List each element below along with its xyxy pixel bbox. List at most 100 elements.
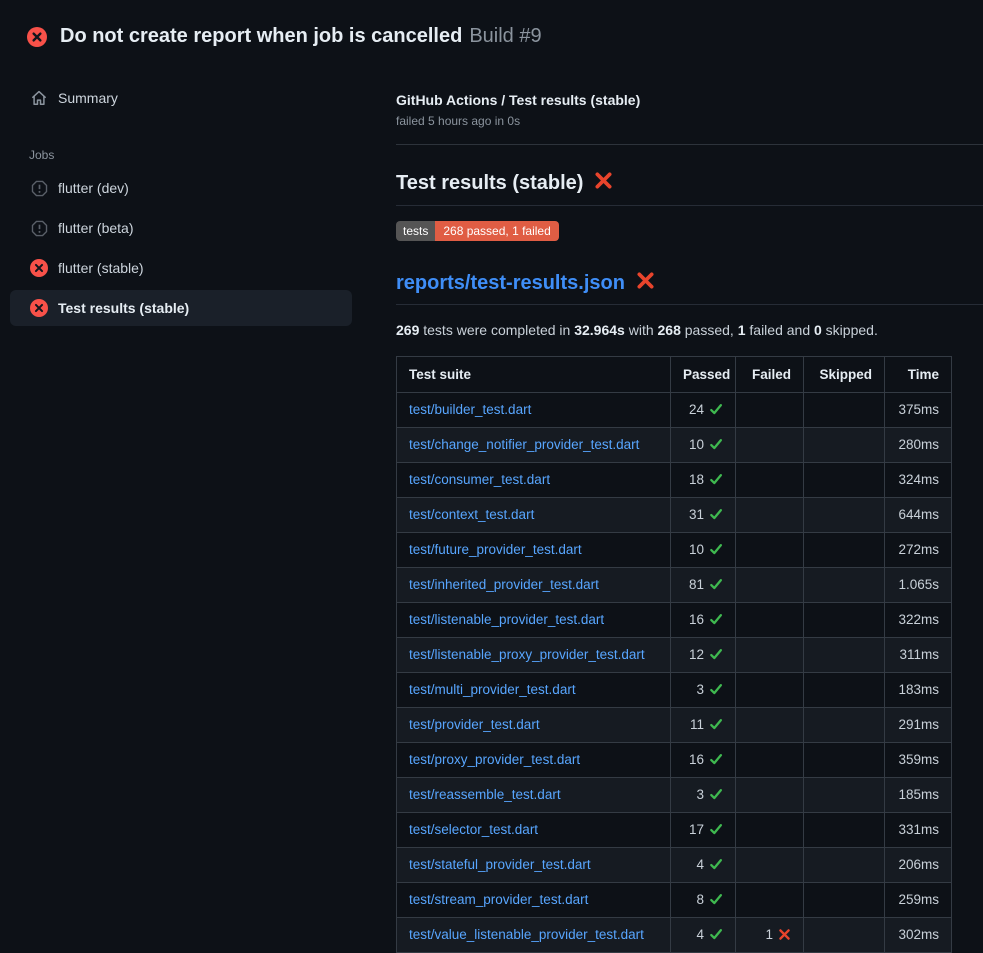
failed-cell: 1 [736,918,804,953]
check-icon [709,540,723,560]
column-header-skipped: Skipped [804,357,885,393]
time-cell: 324ms [885,463,952,498]
test-suite-link[interactable]: test/value_listenable_provider_test.dart [409,927,644,942]
sidebar-job-item[interactable]: Test results (stable) [10,290,352,326]
passed-cell: 16 [671,743,736,778]
check-icon [709,785,723,805]
time-cell: 206ms [885,848,952,883]
time-cell: 311ms [885,638,952,673]
page-title: Do not create report when job is cancell… [60,25,542,48]
sidebar-item-summary[interactable]: Summary [10,80,352,116]
test-suite-link[interactable]: test/multi_provider_test.dart [409,682,576,697]
jobs-section-label: Jobs [29,148,352,162]
passed-cell: 4 [671,918,736,953]
sidebar-job-item[interactable]: flutter (dev) [10,170,352,206]
stopped-icon [30,180,48,197]
time-cell: 359ms [885,743,952,778]
table-row: test/builder_test.dart 24 375ms [397,393,952,428]
x-circle-icon [30,259,48,277]
failed-cell [736,638,804,673]
sidebar: Summary Jobs flutter (dev) flutter (beta… [10,80,352,330]
tests-badge-value: 268 passed, 1 failed [435,221,558,241]
failed-cell [736,393,804,428]
test-suite-link[interactable]: test/context_test.dart [409,507,534,522]
test-suite-link[interactable]: test/listenable_provider_test.dart [409,612,604,627]
table-row: test/context_test.dart 31 644ms [397,498,952,533]
test-suite-link[interactable]: test/provider_test.dart [409,717,540,732]
check-icon [709,610,723,630]
skipped-cell [804,428,885,463]
passed-cell: 10 [671,428,736,463]
check-icon [709,925,723,945]
test-suite-link[interactable]: test/selector_test.dart [409,822,538,837]
table-header-row: Test suite Passed Failed Skipped Time [397,357,952,393]
test-suite-link[interactable]: test/change_notifier_provider_test.dart [409,437,639,452]
sidebar-summary-label: Summary [58,90,118,106]
table-row: test/multi_provider_test.dart 3 183ms [397,673,952,708]
workflow-run-title: Do not create report when job is cancell… [60,25,462,47]
test-suite-link[interactable]: test/builder_test.dart [409,402,531,417]
failed-cell [736,743,804,778]
test-suite-link[interactable]: test/consumer_test.dart [409,472,550,487]
build-header: Do not create report when job is cancell… [0,0,983,56]
section-heading-text: Test results (stable) [396,172,583,195]
failed-cell [736,883,804,918]
test-results-table: Test suite Passed Failed Skipped Time te… [396,356,952,953]
report-file-link[interactable]: reports/test-results.json [396,272,625,295]
section-heading: Test results (stable) [396,171,983,206]
sidebar-job-label: flutter (stable) [58,260,144,276]
run-status-text: failed 5 hours ago in 0s [396,114,983,128]
check-icon [709,470,723,490]
table-row: test/listenable_proxy_provider_test.dart… [397,638,952,673]
x-circle-icon [27,27,47,47]
test-suite-link[interactable]: test/reassemble_test.dart [409,787,561,802]
header-divider [396,144,983,145]
home-icon [30,90,48,106]
cross-icon [778,925,791,945]
column-header-failed: Failed [736,357,804,393]
failed-cell [736,428,804,463]
failed-cell [736,848,804,883]
table-row: test/future_provider_test.dart 10 272ms [397,533,952,568]
test-suite-link[interactable]: test/listenable_proxy_provider_test.dart [409,647,645,662]
check-icon [709,435,723,455]
time-cell: 291ms [885,708,952,743]
skipped-cell [804,393,885,428]
x-circle-icon [30,299,48,317]
sidebar-job-item[interactable]: flutter (beta) [10,210,352,246]
table-row: test/consumer_test.dart 18 324ms [397,463,952,498]
table-row: test/selector_test.dart 17 331ms [397,813,952,848]
passed-cell: 12 [671,638,736,673]
table-row: test/reassemble_test.dart 3 185ms [397,778,952,813]
tests-badge-label: tests [396,221,435,241]
test-suite-link[interactable]: test/stateful_provider_test.dart [409,857,591,872]
test-suite-link[interactable]: test/future_provider_test.dart [409,542,582,557]
time-cell: 272ms [885,533,952,568]
passed-cell: 8 [671,883,736,918]
passed-cell: 11 [671,708,736,743]
test-suite-link[interactable]: test/inherited_provider_test.dart [409,577,599,592]
skipped-cell [804,463,885,498]
check-icon [709,680,723,700]
jobs-list: flutter (dev) flutter (beta) flutter (st… [10,170,352,326]
skipped-cell [804,883,885,918]
sidebar-job-item[interactable]: flutter (stable) [10,250,352,286]
check-icon [709,715,723,735]
skipped-cell [804,778,885,813]
time-cell: 183ms [885,673,952,708]
failed-cell [736,568,804,603]
table-row: test/stateful_provider_test.dart 4 206ms [397,848,952,883]
test-suite-link[interactable]: test/proxy_provider_test.dart [409,752,580,767]
skipped-cell [804,743,885,778]
passed-cell: 31 [671,498,736,533]
skipped-cell [804,568,885,603]
breadcrumb: GitHub Actions / Test results (stable) [396,92,983,108]
table-row: test/listenable_provider_test.dart 16 32… [397,603,952,638]
skipped-cell [804,603,885,638]
cross-mark-icon [594,171,613,196]
cross-mark-icon [636,271,655,296]
skipped-cell [804,813,885,848]
passed-cell: 4 [671,848,736,883]
test-suite-link[interactable]: test/stream_provider_test.dart [409,892,588,907]
check-icon [709,750,723,770]
